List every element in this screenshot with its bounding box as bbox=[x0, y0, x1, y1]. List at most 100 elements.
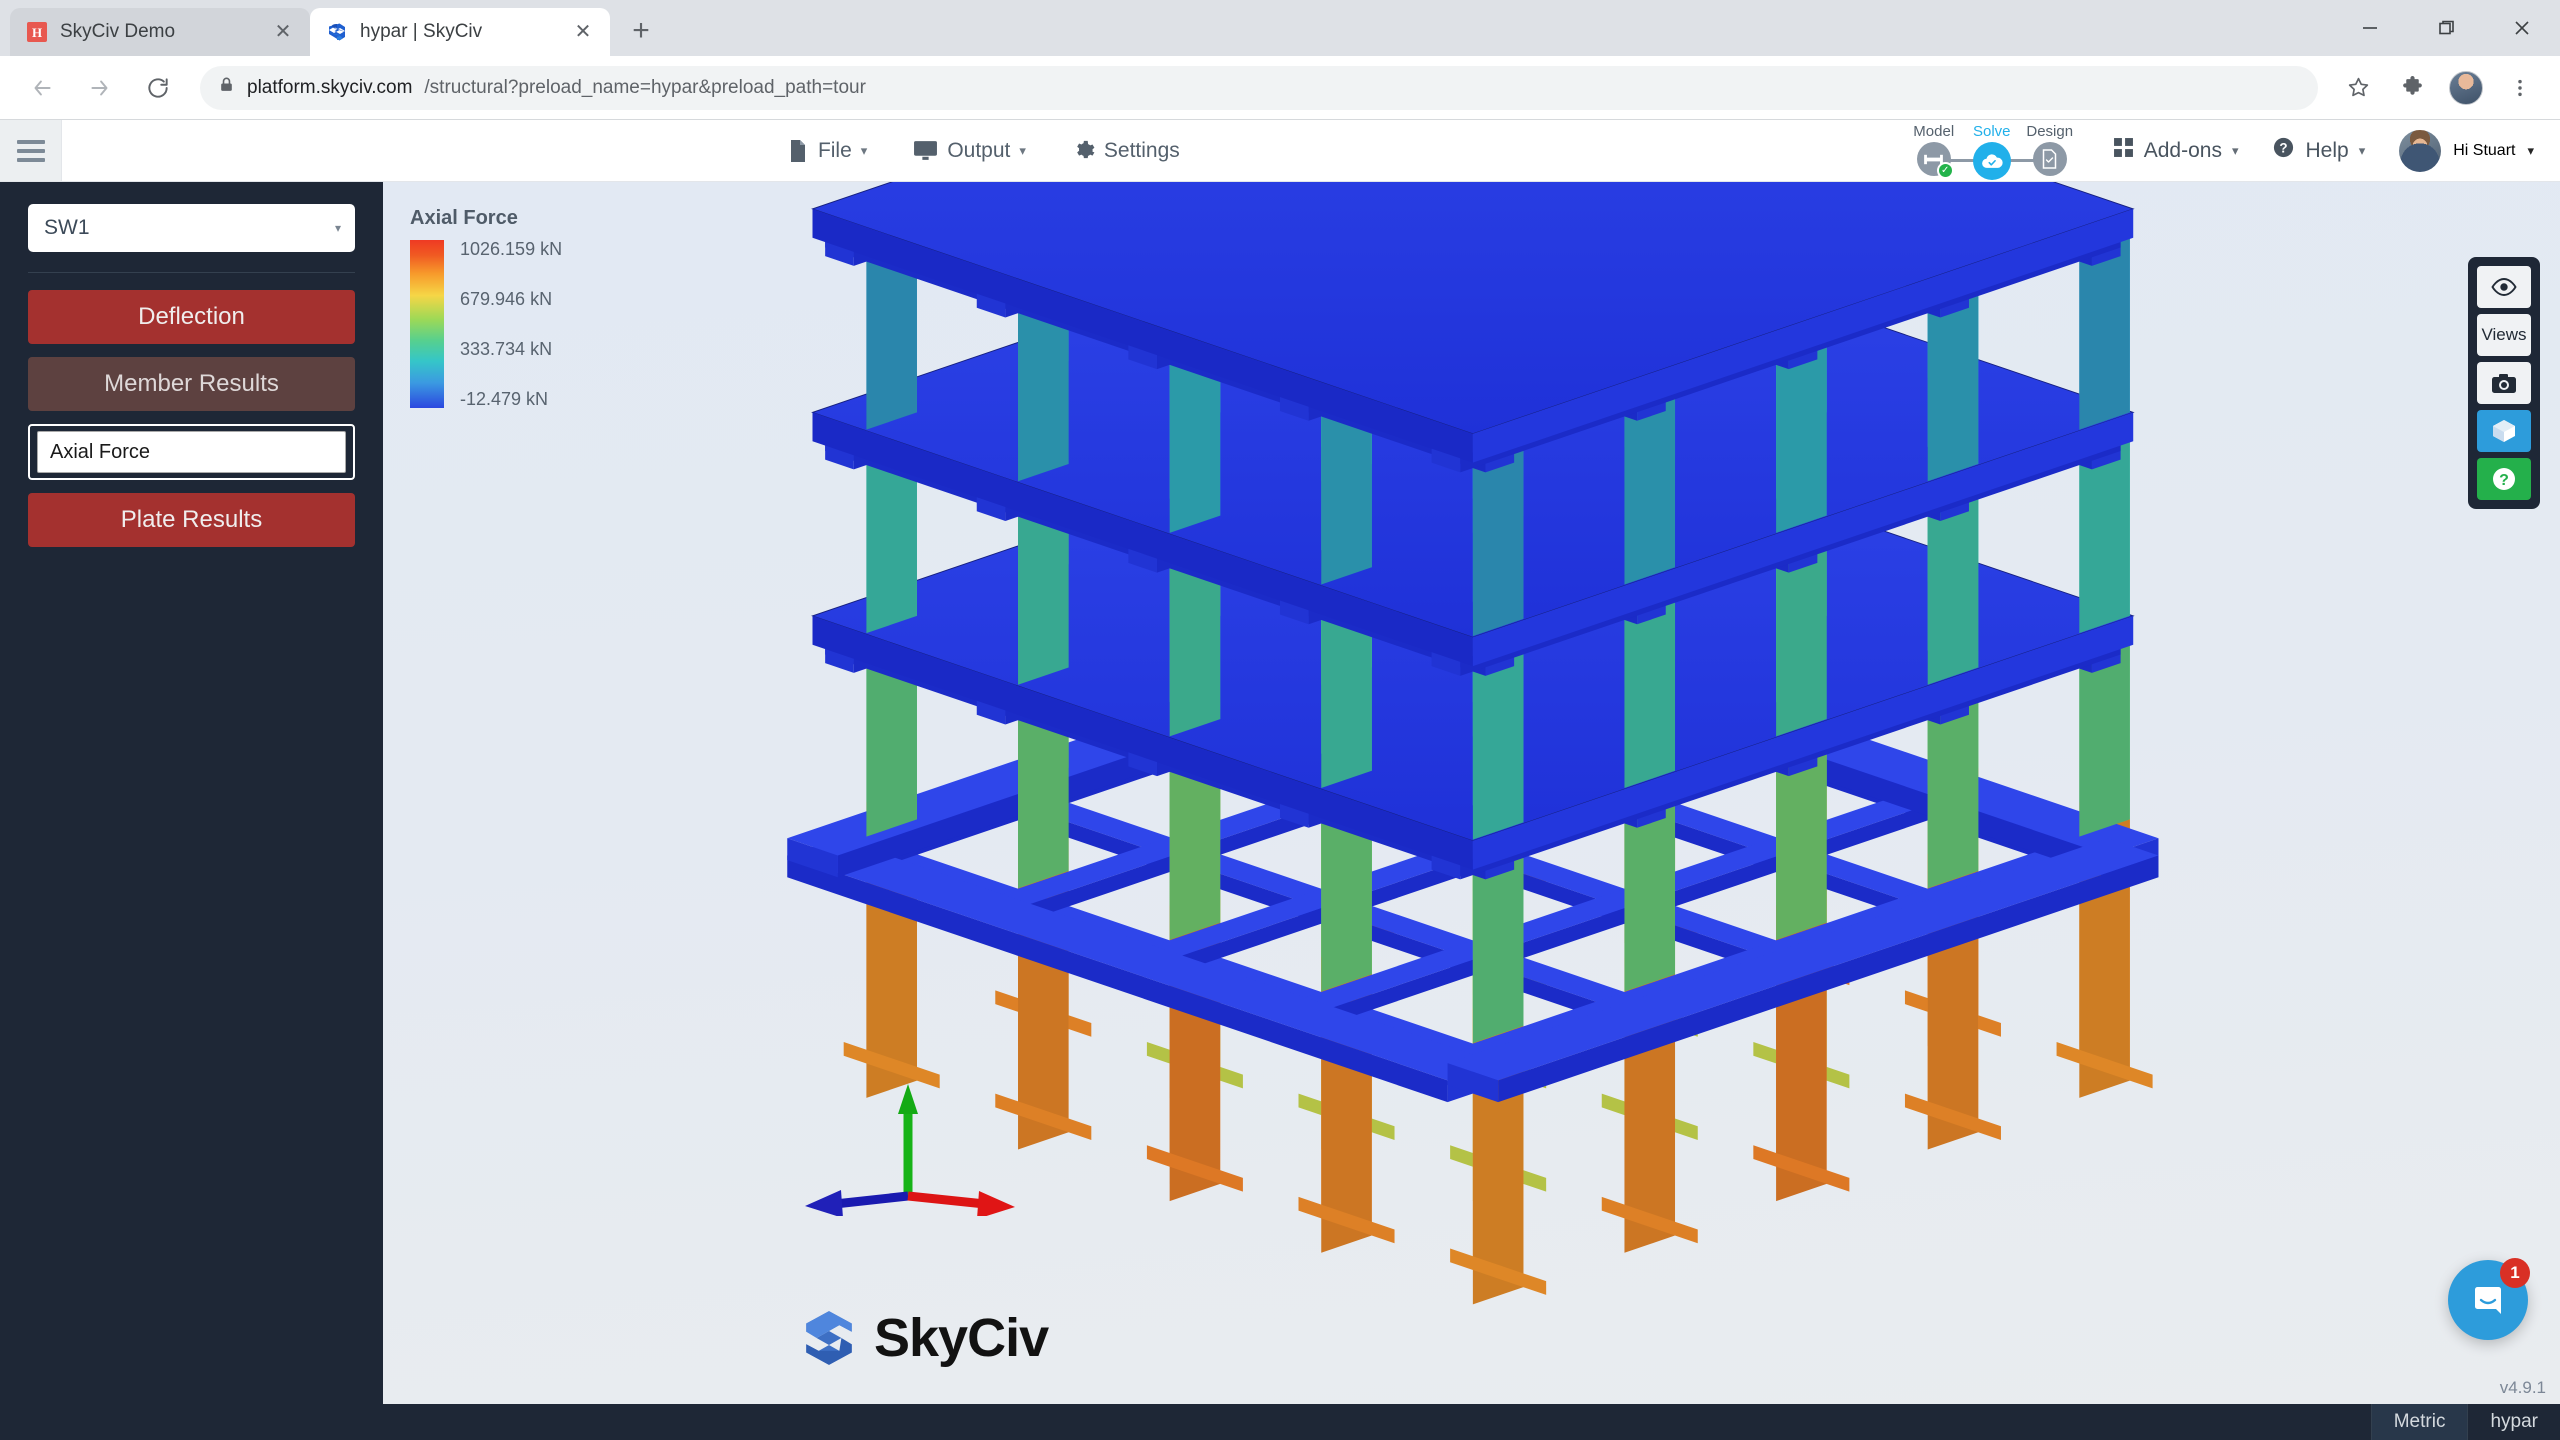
url-host: platform.skyciv.com bbox=[247, 77, 412, 99]
results-legend: Axial Force 1026.159 kN 679.946 kN 333.7… bbox=[410, 207, 562, 408]
chat-unread-badge: 1 bbox=[2500, 1258, 2530, 1288]
svg-text:?: ? bbox=[2499, 472, 2509, 489]
app-toolbar-right: Model ✓ Solve Design Add-ons ▾ ? Help ▾ … bbox=[1905, 120, 2560, 181]
axis-x-red bbox=[908, 1191, 1015, 1216]
file-icon bbox=[787, 139, 809, 163]
check-icon: ✓ bbox=[1937, 162, 1954, 179]
camera-screenshot-icon[interactable] bbox=[2477, 362, 2531, 404]
menu-settings[interactable]: Settings bbox=[1072, 139, 1180, 163]
step-design-label: Design bbox=[2026, 123, 2073, 140]
beam-icon: ✓ bbox=[1917, 142, 1951, 176]
views-button[interactable]: Views bbox=[2477, 314, 2531, 356]
result-type-select[interactable]: Axial Force bbox=[37, 431, 346, 473]
browser-tab-1-title: SkyCiv Demo bbox=[60, 21, 260, 43]
window-minimize-button[interactable] bbox=[2332, 0, 2408, 56]
chevron-down-icon: ▾ bbox=[861, 143, 868, 159]
result-type-select-shell: Axial Force ⱟ bbox=[28, 424, 355, 480]
chevron-down-icon: ▾ bbox=[2359, 143, 2366, 159]
step-model-label: Model bbox=[1913, 123, 1954, 140]
bookmark-star-icon[interactable] bbox=[2334, 64, 2382, 112]
menu-settings-label: Settings bbox=[1104, 139, 1180, 163]
window-close-button[interactable] bbox=[2484, 0, 2560, 56]
app-toolbar: File ▾ Output ▾ Settings Model ✓ Solve D… bbox=[0, 120, 2560, 182]
hamburger-menu-button[interactable] bbox=[0, 120, 62, 181]
member-results-button[interactable]: Member Results bbox=[28, 357, 355, 411]
step-model[interactable]: Model ✓ bbox=[1905, 123, 1963, 176]
sidebar-divider bbox=[28, 272, 355, 273]
back-button[interactable] bbox=[16, 62, 68, 114]
step-solve[interactable]: Solve bbox=[1963, 123, 2021, 180]
profile-avatar[interactable] bbox=[2442, 64, 2490, 112]
browser-urlbar: platform.skyciv.com/structural?preload_n… bbox=[0, 56, 2560, 120]
document-check-icon bbox=[2033, 142, 2067, 176]
workspace: SW1 ▾ Deflection Member Results Axial Fo… bbox=[0, 182, 2560, 1404]
browser-tab-1-close-icon[interactable]: ✕ bbox=[270, 19, 296, 45]
results-sidebar: SW1 ▾ Deflection Member Results Axial Fo… bbox=[0, 182, 383, 1404]
browser-tab-1[interactable]: H SkyCiv Demo ✕ bbox=[10, 8, 310, 56]
intercom-chat-button[interactable]: 1 bbox=[2448, 1260, 2528, 1340]
model-viewport-3d[interactable]: Axial Force 1026.159 kN 679.946 kN 333.7… bbox=[383, 182, 2560, 1404]
browser-toolbar-icons bbox=[2334, 64, 2544, 112]
chat-bubble-icon bbox=[2468, 1280, 2508, 1320]
axis-triad-indicator bbox=[795, 1076, 1025, 1216]
app-version-label: v4.9.1 bbox=[2500, 1378, 2546, 1398]
axis-z-blue bbox=[805, 1190, 908, 1216]
load-case-select-wrap: SW1 ▾ bbox=[28, 204, 355, 252]
help-question-icon: ? bbox=[2272, 136, 2295, 165]
menu-file-label: File bbox=[818, 139, 852, 163]
addons-button[interactable]: Add-ons ▾ bbox=[2113, 137, 2239, 164]
load-case-select[interactable]: SW1 bbox=[28, 204, 355, 252]
lock-icon bbox=[218, 76, 235, 99]
help-button[interactable]: ? Help ▾ bbox=[2272, 136, 2365, 165]
render-3d-cube-icon[interactable] bbox=[2477, 410, 2531, 452]
user-menu[interactable]: Hi Stuart ▾ bbox=[2399, 130, 2534, 172]
status-units[interactable]: Metric bbox=[2371, 1404, 2468, 1440]
monitor-icon bbox=[913, 139, 938, 162]
new-tab-button[interactable]: + bbox=[618, 8, 664, 54]
gear-icon bbox=[1072, 139, 1095, 162]
plate-results-button[interactable]: Plate Results bbox=[28, 493, 355, 547]
reload-button[interactable] bbox=[132, 62, 184, 114]
chevron-down-icon: ▾ bbox=[2527, 143, 2534, 159]
step-design[interactable]: Design bbox=[2021, 123, 2079, 176]
browser-tabstrip: H SkyCiv Demo ✕ hypar | SkyCiv ✕ + bbox=[0, 0, 2560, 56]
app-main-menu: File ▾ Output ▾ Settings bbox=[62, 120, 1905, 181]
grid-apps-icon bbox=[2113, 137, 2134, 164]
deflection-button[interactable]: Deflection bbox=[28, 290, 355, 344]
status-bar: Metric hypar bbox=[0, 1404, 2560, 1440]
browser-tab-2-title: hypar | SkyCiv bbox=[360, 21, 560, 43]
forward-button[interactable] bbox=[74, 62, 126, 114]
status-model-name[interactable]: hypar bbox=[2467, 1404, 2560, 1440]
skyciv-hex-logo-icon bbox=[798, 1307, 860, 1369]
help-question-icon[interactable]: ? bbox=[2477, 458, 2531, 500]
menu-file[interactable]: File ▾ bbox=[787, 139, 867, 163]
addons-label: Add-ons bbox=[2144, 139, 2222, 163]
window-controls bbox=[2332, 0, 2560, 56]
skyciv-red-icon: H bbox=[24, 19, 50, 45]
structural-model-render[interactable] bbox=[383, 182, 2560, 1404]
browser-tab-2[interactable]: hypar | SkyCiv ✕ bbox=[310, 8, 610, 56]
url-path: /structural?preload_name=hypar&preload_p… bbox=[424, 77, 866, 99]
hamburger-icon bbox=[17, 140, 45, 162]
skyciv-wordmark: SkyCiv bbox=[874, 1307, 1048, 1369]
legend-tick-3: 333.734 kN bbox=[460, 340, 562, 358]
url-input[interactable]: platform.skyciv.com/structural?preload_n… bbox=[200, 66, 2318, 110]
svg-text:H: H bbox=[32, 25, 42, 40]
chrome-menu-icon[interactable] bbox=[2496, 64, 2544, 112]
legend-tick-max: 1026.159 kN bbox=[460, 240, 562, 258]
legend-tick-2: 679.946 kN bbox=[460, 290, 562, 308]
browser-window: H SkyCiv Demo ✕ hypar | SkyCiv ✕ + platf… bbox=[0, 0, 2560, 1440]
avatar bbox=[2399, 130, 2441, 172]
window-maximize-button[interactable] bbox=[2408, 0, 2484, 56]
workflow-stepper: Model ✓ Solve Design bbox=[1905, 121, 2079, 180]
extensions-puzzle-icon[interactable] bbox=[2388, 64, 2436, 112]
chevron-down-icon: ▾ bbox=[2232, 143, 2239, 159]
legend-tick-min: -12.479 kN bbox=[460, 390, 562, 408]
user-label: Hi Stuart bbox=[2453, 142, 2515, 160]
visibility-eye-icon[interactable] bbox=[2477, 266, 2531, 308]
menu-output[interactable]: Output ▾ bbox=[913, 139, 1026, 163]
browser-tab-2-close-icon[interactable]: ✕ bbox=[570, 19, 596, 45]
legend-title: Axial Force bbox=[410, 207, 562, 230]
help-label: Help bbox=[2305, 139, 2348, 163]
legend-ticks: 1026.159 kN 679.946 kN 333.734 kN -12.47… bbox=[460, 240, 562, 408]
